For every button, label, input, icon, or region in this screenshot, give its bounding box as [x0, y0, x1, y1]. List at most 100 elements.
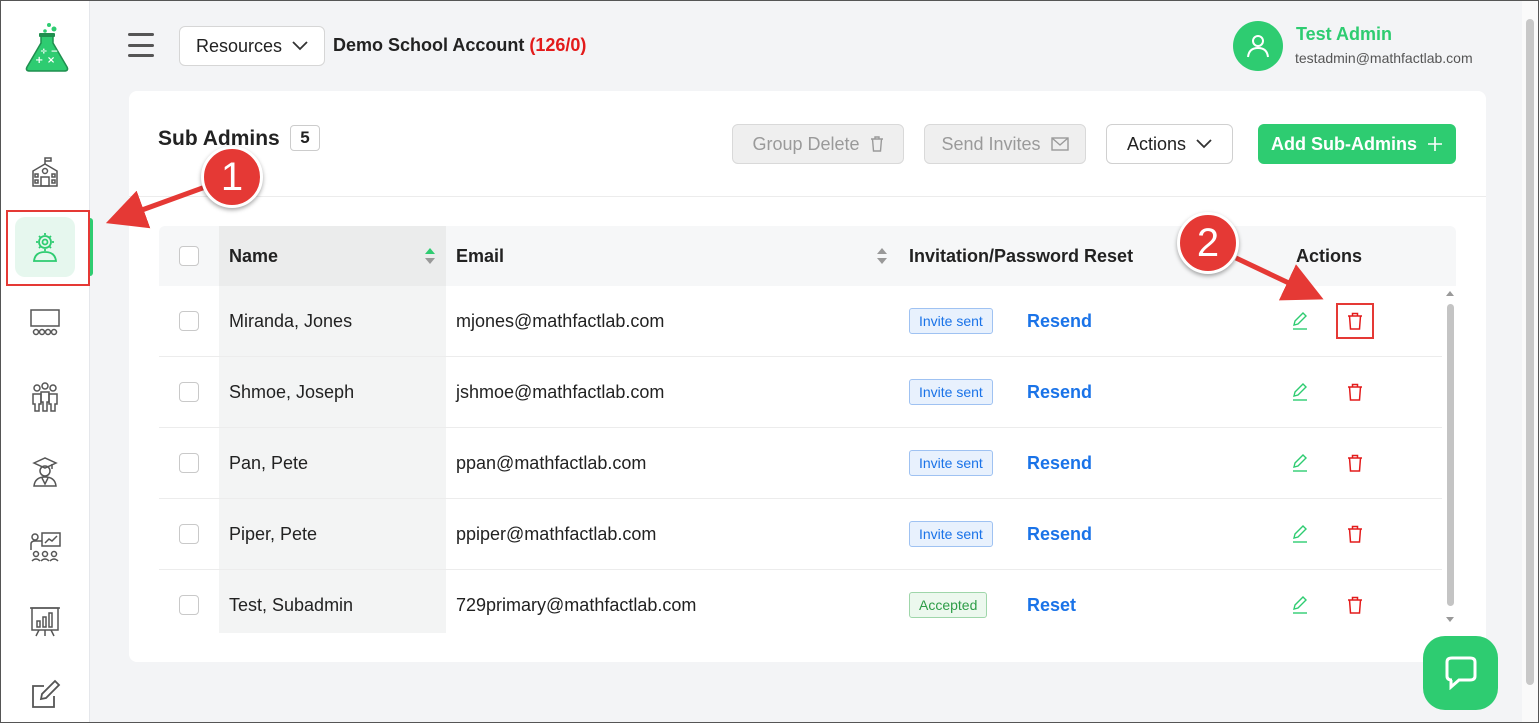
table-scrollbar[interactable] [1444, 286, 1456, 633]
scroll-up-icon[interactable] [1444, 288, 1456, 298]
status-badge: Invite sent [909, 450, 993, 476]
add-sub-admins-button[interactable]: Add Sub-Admins [1258, 124, 1456, 164]
trash-icon [1348, 454, 1362, 472]
plus-icon [1428, 137, 1442, 151]
page-scrollbar[interactable] [1522, 1, 1538, 722]
table-scroll-thumb[interactable] [1447, 304, 1454, 606]
scroll-down-icon[interactable] [1444, 615, 1456, 625]
status-badge: Invite sent [909, 521, 993, 547]
send-invites-button[interactable]: Send Invites [924, 124, 1086, 164]
sort-icon [877, 248, 887, 264]
pencil-icon [1293, 525, 1307, 543]
presenter-icon [30, 532, 61, 562]
table-row: Shmoe, Joseph jshmoe@mathfactlab.com Inv… [159, 357, 1442, 428]
svg-text:÷ −: ÷ − [40, 47, 58, 57]
user-name[interactable]: Test Admin [1296, 24, 1392, 45]
row-checkbox[interactable] [179, 311, 199, 331]
delete-button[interactable] [1336, 587, 1374, 623]
resend-link[interactable]: Resend [1027, 524, 1092, 545]
row-name: Pan, Pete [229, 452, 309, 473]
edit-button[interactable] [1281, 303, 1319, 339]
add-sub-admins-label: Add Sub-Admins [1271, 133, 1417, 154]
email-column-header[interactable]: Email [456, 226, 888, 286]
row-name: Shmoe, Joseph [229, 381, 355, 402]
pencil-icon [1293, 454, 1307, 472]
row-checkbox[interactable] [179, 595, 199, 615]
edit-button[interactable] [1281, 516, 1319, 552]
chat-button[interactable] [1423, 636, 1498, 710]
edit-button[interactable] [1281, 445, 1319, 481]
invitation-header-label: Invitation/Password Reset [909, 245, 1134, 266]
menu-toggle-button[interactable] [128, 33, 154, 57]
edit-button[interactable] [1281, 374, 1319, 410]
table-row: Pan, Pete ppan@mathfactlab.com Invite se… [159, 428, 1442, 499]
row-name: Piper, Pete [229, 523, 318, 544]
status-badge: Accepted [909, 592, 988, 618]
select-all-checkbox[interactable] [179, 246, 199, 266]
sidebar: + × ÷ − [1, 1, 93, 723]
sidebar-item-edit[interactable] [15, 665, 75, 723]
delete-button[interactable] [1336, 374, 1374, 410]
sidebar-item-classes[interactable] [15, 293, 75, 353]
send-invites-label: Send Invites [941, 133, 1041, 154]
sidebar-item-teach[interactable] [15, 517, 75, 577]
trash-icon [1348, 596, 1362, 614]
resend-link[interactable]: Resend [1027, 453, 1092, 474]
row-name: Test, Subadmin [229, 594, 354, 615]
user-icon [1247, 35, 1269, 58]
row-checkbox[interactable] [179, 382, 199, 402]
pencil-icon [1293, 312, 1307, 330]
select-all-cell [179, 226, 199, 286]
row-name: Miranda, Jones [229, 310, 353, 331]
chevron-down-icon [292, 41, 308, 51]
group-delete-button[interactable]: Group Delete [732, 124, 904, 164]
actions-label: Actions [1126, 133, 1187, 154]
sidebar-item-school[interactable] [15, 143, 75, 203]
name-column-header[interactable]: Name [229, 226, 436, 286]
row-checkbox[interactable] [179, 524, 199, 544]
sub-admins-card: Sub Admins 5 Group Delete Send Invites A… [129, 91, 1486, 662]
flask-logo-icon[interactable]: + × ÷ − [23, 21, 71, 73]
resend-link[interactable]: Resend [1027, 382, 1092, 403]
page-scroll-thumb[interactable] [1526, 19, 1534, 685]
resend-link[interactable]: Resend [1027, 311, 1092, 332]
delete-button[interactable] [1336, 516, 1374, 552]
trash-icon [870, 136, 883, 152]
school-icon [32, 157, 58, 187]
resources-dropdown[interactable]: Resources [179, 26, 325, 66]
avatar[interactable] [1233, 21, 1283, 71]
edit-button[interactable] [1281, 587, 1319, 623]
card-divider [129, 196, 1486, 197]
people-icon [32, 382, 58, 412]
sidebar-item-teachers[interactable] [15, 441, 75, 501]
table-row: Miranda, Jones mjones@mathfactlab.com In… [159, 286, 1442, 357]
callout-1: 1 [201, 146, 263, 208]
edit-icon [32, 679, 61, 708]
row-email: 729primary@mathfactlab.com [456, 594, 697, 615]
table-row: Piper, Pete ppiper@mathfactlab.com Invit… [159, 499, 1442, 570]
delete-button[interactable] [1336, 303, 1374, 339]
table-row: Test, Subadmin 729primary@mathfactlab.co… [159, 570, 1442, 641]
actions-column-header: Actions [1296, 226, 1362, 286]
sidebar-item-reports[interactable] [15, 591, 75, 651]
resources-label: Resources [195, 35, 283, 56]
actions-header-label: Actions [1296, 245, 1363, 266]
trash-icon [1348, 312, 1362, 330]
sidebar-item-groups[interactable] [15, 367, 75, 427]
table-header: Name Email Invitation/Password Reset Act… [159, 226, 1456, 286]
email-header-label: Email [456, 245, 505, 266]
user-email: testadmin@mathfactlab.com [1295, 50, 1473, 66]
delete-button[interactable] [1336, 445, 1374, 481]
pencil-icon [1293, 383, 1307, 401]
reset-link[interactable]: Reset [1027, 595, 1076, 616]
row-email: ppiper@mathfactlab.com [456, 523, 657, 544]
row-email: jshmoe@mathfactlab.com [456, 381, 665, 402]
status-badge: Invite sent [909, 379, 993, 405]
actions-dropdown[interactable]: Actions [1106, 124, 1233, 164]
account-count: (126/0) [529, 35, 587, 55]
chevron-down-icon [1196, 139, 1212, 149]
group-delete-label: Group Delete [752, 133, 860, 154]
pencil-icon [1293, 596, 1307, 614]
highlight-box-sidebar [6, 210, 90, 286]
row-checkbox[interactable] [179, 453, 199, 473]
